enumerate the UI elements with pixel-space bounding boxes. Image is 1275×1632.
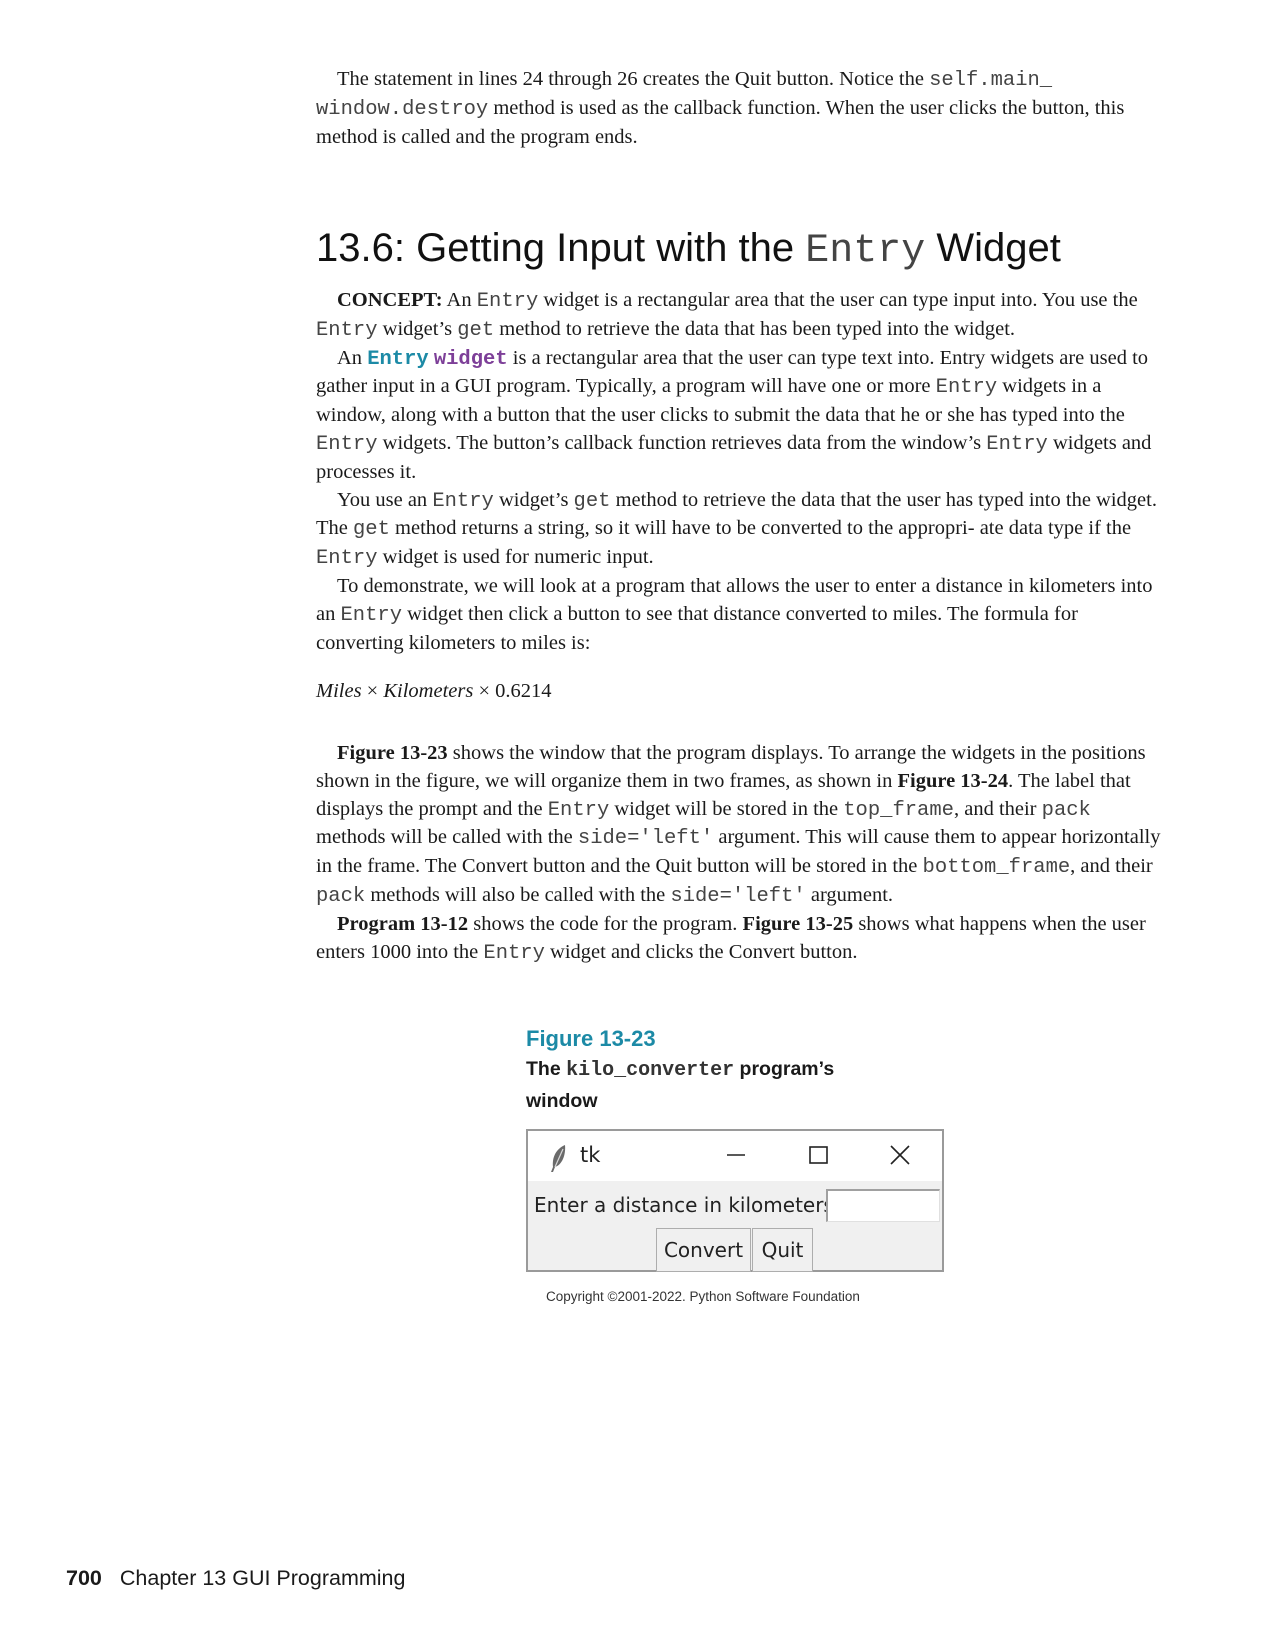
maximize-icon[interactable] — [798, 1137, 838, 1173]
figure-copyright: Copyright ©2001-2022. Python Software Fo… — [546, 1289, 860, 1304]
figure-reference: Figure 13-23 — [337, 742, 448, 764]
paragraph-program-ref: Program 13-12 shows the code for the pro… — [316, 912, 1146, 965]
heading-text-end: Widget — [925, 226, 1061, 270]
paragraph-get-method: You use an Entry widget’s get method to … — [316, 488, 1157, 571]
tk-window-screenshot: tk Enter a distance in kilometers: Conve… — [526, 1129, 944, 1272]
paragraph-frames: Figure 13-23 shows the window that the p… — [316, 742, 1161, 908]
paragraph-demonstrate: To demonstrate, we will look at a progra… — [316, 574, 1153, 654]
section-heading: 13.6: Getting Input with the Entry Widge… — [316, 224, 1061, 276]
kilometers-entry[interactable] — [826, 1189, 940, 1222]
figure-reference: Figure 13-25 — [742, 912, 854, 935]
chapter-title: Chapter 13 GUI Programming — [119, 1566, 406, 1590]
window-title: tk — [580, 1143, 601, 1167]
minimize-icon[interactable] — [716, 1137, 756, 1173]
window-titlebar: tk — [528, 1131, 942, 1181]
text-run: The statement in lines 24 through 26 cre… — [337, 68, 930, 90]
key-term: Entry — [367, 347, 429, 371]
intro-paragraph: The statement in lines 24 through 26 cre… — [316, 66, 1162, 151]
section-body-continued: Figure 13-23 shows the window that the p… — [316, 740, 1162, 967]
distance-prompt-label: Enter a distance in kilometers: — [534, 1193, 841, 1217]
quit-button[interactable]: Quit — [752, 1228, 813, 1272]
heading-text: 13.6: Getting Input with the — [316, 226, 806, 270]
key-term: widget — [433, 347, 508, 371]
program-reference: Program 13-12 — [337, 912, 469, 935]
close-icon[interactable] — [880, 1137, 920, 1173]
heading-code: Entry — [805, 229, 926, 274]
convert-button[interactable]: Convert — [656, 1228, 751, 1272]
page-number: 700 — [66, 1566, 102, 1590]
figure-caption: The kilo_converter program’s window — [526, 1058, 835, 1112]
concept-label: CONCEPT: — [337, 289, 443, 311]
figure-number: Figure 13-23 — [526, 1026, 656, 1051]
concept-paragraph: CONCEPT: An Entry widget is a rectangula… — [316, 289, 1138, 342]
section-body: CONCEPT: An Entry widget is a rectangula… — [316, 287, 1162, 657]
tk-feather-icon — [548, 1143, 570, 1178]
page-footer: 700 Chapter 13 GUI Programming — [66, 1566, 405, 1591]
figure-13-23: Figure 13-23 The kilo_converter program’… — [526, 1024, 946, 1117]
conversion-formula: Miles × Kilometers × 0.6214 — [316, 680, 552, 702]
paragraph-entry-widget: An Entry widget is a rectangular area th… — [316, 346, 1152, 483]
figure-reference: Figure 13-24 — [897, 769, 1009, 792]
